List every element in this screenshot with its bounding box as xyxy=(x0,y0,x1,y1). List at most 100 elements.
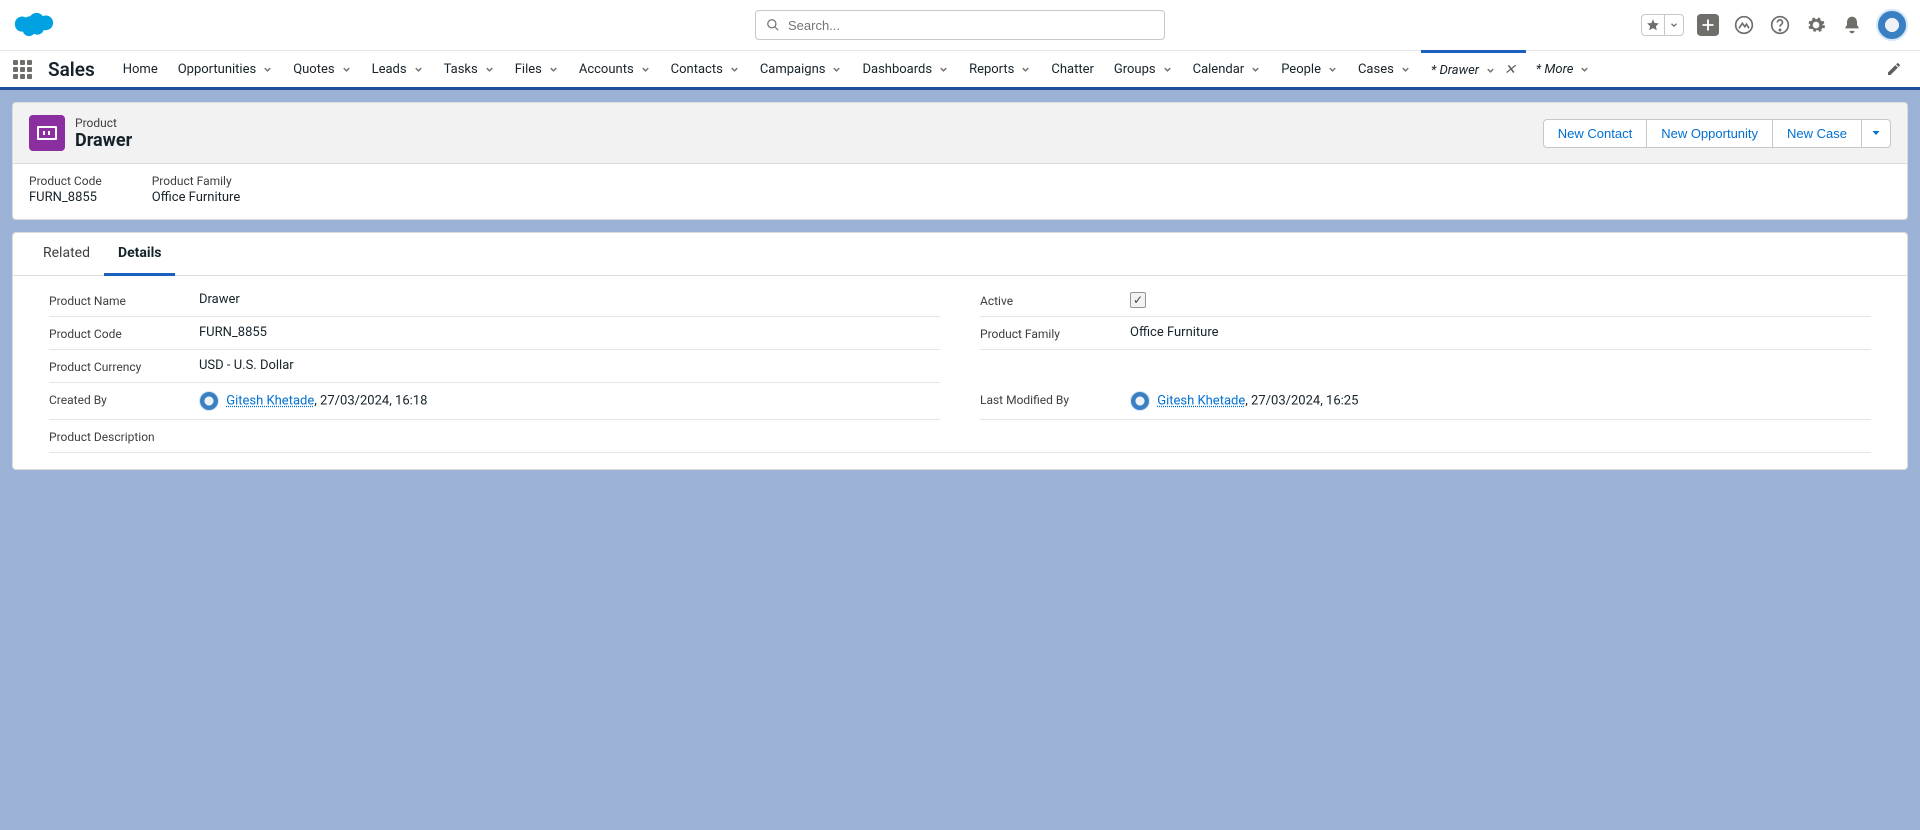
nav-item-home[interactable]: Home xyxy=(113,51,168,87)
nav-item-accounts[interactable]: Accounts xyxy=(569,51,661,87)
global-search[interactable] xyxy=(755,10,1165,40)
bell-icon xyxy=(1842,15,1862,35)
field-label-modified-by: Last Modified By xyxy=(980,391,1130,407)
salesforce-logo[interactable] xyxy=(12,10,56,40)
chevron-down-icon xyxy=(1400,64,1411,75)
search-input[interactable] xyxy=(788,18,1154,33)
created-by-user-link[interactable]: Gitesh Khetade xyxy=(226,393,314,408)
close-tab-button[interactable]: ✕ xyxy=(1504,62,1516,78)
chevron-down-icon xyxy=(1485,65,1496,76)
nav-item-label: Quotes xyxy=(293,62,334,77)
nav-item-label: Cases xyxy=(1358,62,1394,77)
nav-item-label: Files xyxy=(515,62,542,77)
chevron-down-icon xyxy=(548,64,559,75)
pencil-icon xyxy=(1886,61,1902,77)
active-checkbox-checked xyxy=(1130,292,1146,308)
modified-by-user-link[interactable]: Gitesh Khetade xyxy=(1157,393,1245,408)
nav-item-label: Groups xyxy=(1114,62,1156,77)
nav-item-people[interactable]: People xyxy=(1271,51,1348,87)
modified-by-timestamp: , 27/03/2024, 16:25 xyxy=(1245,393,1358,408)
plus-icon xyxy=(1697,14,1719,36)
nav-item-label: Accounts xyxy=(579,62,634,77)
nav-item-contacts[interactable]: Contacts xyxy=(661,51,750,87)
star-icon xyxy=(1646,18,1660,32)
app-name: Sales xyxy=(44,51,113,87)
nav-item-reports[interactable]: Reports xyxy=(959,51,1041,87)
chevron-down-icon xyxy=(938,64,949,75)
new-case-button[interactable]: New Case xyxy=(1772,119,1862,148)
nav-tab-drawer[interactable]: * Drawer ✕ xyxy=(1421,50,1526,87)
nav-item-chatter[interactable]: Chatter xyxy=(1041,51,1104,87)
field-label-description: Product Description xyxy=(49,428,199,444)
highlight-label-code: Product Code xyxy=(29,174,102,188)
nav-item-quotes[interactable]: Quotes xyxy=(283,51,361,87)
nav-item-label: Tasks xyxy=(444,62,478,77)
product-icon xyxy=(29,115,65,151)
new-contact-button[interactable]: New Contact xyxy=(1543,119,1647,148)
chevron-down-icon xyxy=(640,64,651,75)
nav-item-label: Home xyxy=(123,62,158,77)
notifications-button[interactable] xyxy=(1840,13,1864,37)
nav-item-label: Campaigns xyxy=(760,62,826,77)
nav-item-opportunities[interactable]: Opportunities xyxy=(168,51,283,87)
nav-item-label: Opportunities xyxy=(178,62,256,77)
nav-tab-label: * Drawer xyxy=(1431,63,1479,78)
field-value-product-family: Office Furniture xyxy=(1130,325,1871,340)
nav-item-calendar[interactable]: Calendar xyxy=(1183,51,1272,87)
chevron-down-icon xyxy=(1870,127,1882,139)
nav-item-cases[interactable]: Cases xyxy=(1348,51,1421,87)
avatar xyxy=(199,391,219,411)
app-launcher[interactable] xyxy=(0,51,44,87)
help-button[interactable] xyxy=(1768,13,1792,37)
field-label-active: Active xyxy=(980,292,1130,308)
chevron-down-icon xyxy=(262,64,273,75)
tab-related[interactable]: Related xyxy=(29,233,104,275)
new-opportunity-button[interactable]: New Opportunity xyxy=(1646,119,1773,148)
avatar xyxy=(1130,391,1150,411)
field-label-product-currency: Product Currency xyxy=(49,358,199,374)
field-value-product-name: Drawer xyxy=(199,292,940,307)
nav-item-label: Calendar xyxy=(1193,62,1245,77)
nav-item-label: Contacts xyxy=(671,62,723,77)
nav-more[interactable]: * More xyxy=(1526,51,1601,87)
nav-more-label: * More xyxy=(1536,62,1574,77)
chevron-down-icon xyxy=(413,64,424,75)
record-name: Drawer xyxy=(75,130,132,151)
field-label-product-family: Product Family xyxy=(980,325,1130,341)
nav-item-leads[interactable]: Leads xyxy=(362,51,434,87)
tab-details[interactable]: Details xyxy=(104,233,176,276)
nav-item-groups[interactable]: Groups xyxy=(1104,51,1183,87)
nav-item-label: Dashboards xyxy=(862,62,932,77)
search-icon xyxy=(766,18,780,32)
user-avatar[interactable] xyxy=(1876,9,1908,41)
field-value-product-code: FURN_8855 xyxy=(199,325,940,340)
chevron-down-icon xyxy=(729,64,740,75)
nav-item-tasks[interactable]: Tasks xyxy=(434,51,505,87)
chevron-down-icon xyxy=(1162,64,1173,75)
waffle-icon xyxy=(13,60,32,79)
record-type: Product xyxy=(75,116,132,130)
nav-item-campaigns[interactable]: Campaigns xyxy=(750,51,853,87)
highlight-value-code: FURN_8855 xyxy=(29,190,102,205)
chevron-down-icon xyxy=(1020,64,1031,75)
field-label-created-by: Created By xyxy=(49,391,199,407)
nav-item-dashboards[interactable]: Dashboards xyxy=(852,51,959,87)
chevron-down-icon xyxy=(341,64,352,75)
more-actions-button[interactable] xyxy=(1861,119,1891,148)
chevron-down-icon xyxy=(1579,64,1590,75)
nav-item-label: Leads xyxy=(372,62,407,77)
favorites-split-button[interactable] xyxy=(1641,14,1684,36)
field-value-product-currency: USD - U.S. Dollar xyxy=(199,358,940,373)
highlight-label-family: Product Family xyxy=(152,174,241,188)
global-actions-button[interactable] xyxy=(1696,13,1720,37)
highlight-value-family: Office Furniture xyxy=(152,190,241,205)
trailhead-icon xyxy=(1734,15,1754,35)
chevron-down-icon xyxy=(831,64,842,75)
gear-icon xyxy=(1806,15,1826,35)
trailhead-button[interactable] xyxy=(1732,13,1756,37)
field-label-product-code: Product Code xyxy=(49,325,199,341)
setup-button[interactable] xyxy=(1804,13,1828,37)
created-by-timestamp: , 27/03/2024, 16:18 xyxy=(314,393,427,408)
edit-nav-button[interactable] xyxy=(1876,51,1912,87)
nav-item-files[interactable]: Files xyxy=(505,51,569,87)
